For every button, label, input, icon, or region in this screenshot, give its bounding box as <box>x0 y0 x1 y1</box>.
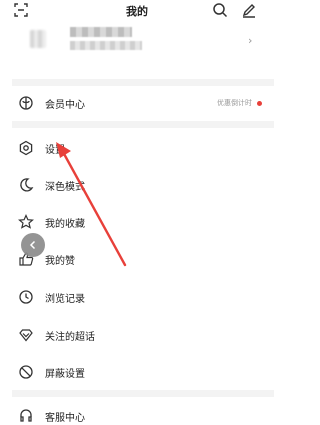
profile-card[interactable]: › <box>0 22 274 66</box>
member-icon <box>19 96 33 110</box>
menu-item-label: 屏蔽设置 <box>45 369 85 380</box>
menu-item-customer-service[interactable]: 客服中心 <box>0 401 274 425</box>
menu-item-label: 浏览记录 <box>45 294 85 305</box>
menu-item-browsing-history[interactable]: 浏览记录 <box>0 282 274 312</box>
menu-item-followed-super-topics[interactable]: 关注的超话 <box>0 320 274 350</box>
menu-item-label: 关注的超话 <box>45 332 95 343</box>
edit-icon[interactable] <box>241 2 257 18</box>
menu-item-block-settings[interactable]: 屏蔽设置 <box>0 357 274 387</box>
clock-icon <box>19 290 33 304</box>
menu-item-settings[interactable]: 设置 <box>0 133 274 163</box>
section-divider <box>12 121 274 128</box>
top-bar: 我的 <box>0 0 274 22</box>
menu-item-label: 深色模式 <box>45 182 85 193</box>
chevron-left-icon <box>29 240 36 250</box>
username-blurred <box>70 27 132 37</box>
user-info-blurred <box>70 41 142 50</box>
promo-countdown-text: 优惠倒计时 <box>217 99 252 107</box>
menu-item-dark-mode[interactable]: 深色模式 <box>0 170 274 200</box>
moon-icon <box>20 178 34 192</box>
menu-item-label: 我的收藏 <box>45 219 85 230</box>
menu-item-label: 会员中心 <box>45 100 85 111</box>
diamond-icon <box>19 329 33 342</box>
menu-item-member-center[interactable]: 会员中心 优惠倒计时 <box>0 88 274 118</box>
chevron-right-icon: › <box>248 34 253 47</box>
search-icon[interactable] <box>212 2 228 18</box>
star-icon <box>18 214 34 229</box>
menu-item-label: 客服中心 <box>45 413 85 424</box>
menu-item-label: 设置 <box>45 145 65 156</box>
section-divider <box>12 390 274 397</box>
notification-dot <box>257 101 262 106</box>
page-title: 我的 <box>126 5 148 18</box>
block-icon <box>19 365 33 379</box>
menu-item-favorites[interactable]: 我的收藏 <box>0 207 274 237</box>
settings-gear-icon <box>19 140 33 156</box>
section-divider <box>12 79 274 86</box>
floating-back-button[interactable] <box>21 233 45 257</box>
avatar[interactable] <box>30 30 46 48</box>
headset-icon <box>20 409 32 422</box>
menu-item-label: 我的赞 <box>45 256 75 267</box>
